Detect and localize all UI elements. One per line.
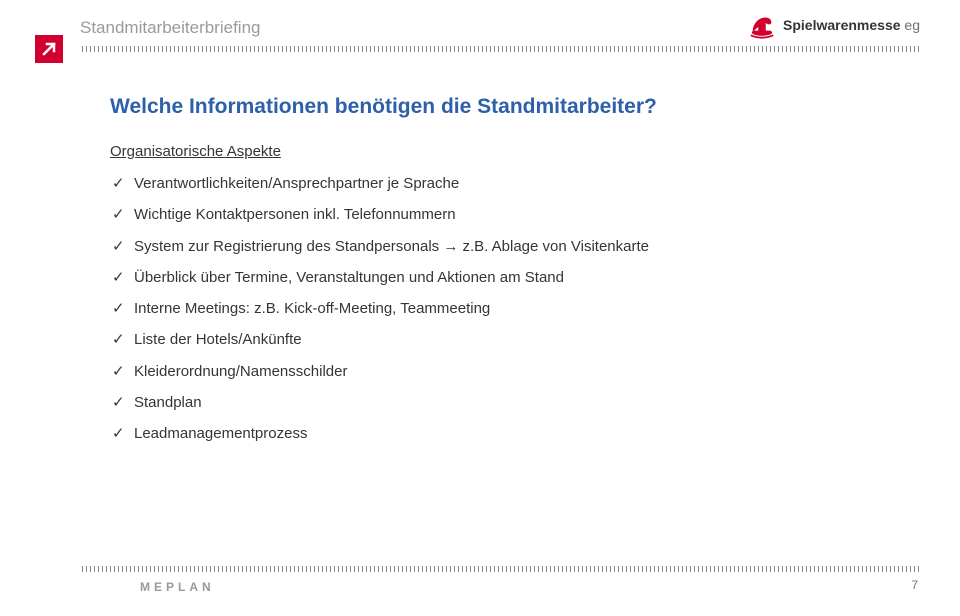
divider-top: [80, 45, 920, 52]
list-item: Kleiderordnung/Namensschilder: [112, 362, 850, 382]
brand-logo: Spielwarenmesse eg: [747, 10, 920, 40]
bullet-list: Verantwortlichkeiten/Ansprechpartner je …: [110, 174, 850, 444]
content: Welche Informationen benötigen die Stand…: [110, 95, 850, 455]
list-item: Wichtige Kontaktpersonen inkl. Telefonnu…: [112, 205, 850, 225]
brand-main: Spielwarenmesse: [783, 17, 901, 33]
list-item: Verantwortlichkeiten/Ansprechpartner je …: [112, 174, 850, 194]
page-number: 7: [911, 578, 918, 592]
footer-brand: MEPLAN: [140, 580, 215, 594]
list-item: Liste der Hotels/Ankünfte: [112, 330, 850, 350]
page-title: Welche Informationen benötigen die Stand…: [110, 95, 850, 119]
back-arrow-icon[interactable]: [35, 35, 63, 63]
list-item: Interne Meetings: z.B. Kick-off-Meeting,…: [112, 299, 850, 319]
divider-bottom: [80, 565, 920, 572]
list-item: Leadmanagementprozess: [112, 424, 850, 444]
list-item: Überblick über Termine, Veranstaltungen …: [112, 268, 850, 288]
subheading: Organisatorische Aspekte: [110, 143, 850, 160]
rocking-horse-icon: [747, 10, 777, 40]
brand-sub: eg: [904, 17, 920, 33]
arrow-up-right-icon: [40, 40, 58, 58]
list-item: System zur Registrierung des Standperson…: [112, 237, 850, 257]
list-item: Standplan: [112, 393, 850, 413]
